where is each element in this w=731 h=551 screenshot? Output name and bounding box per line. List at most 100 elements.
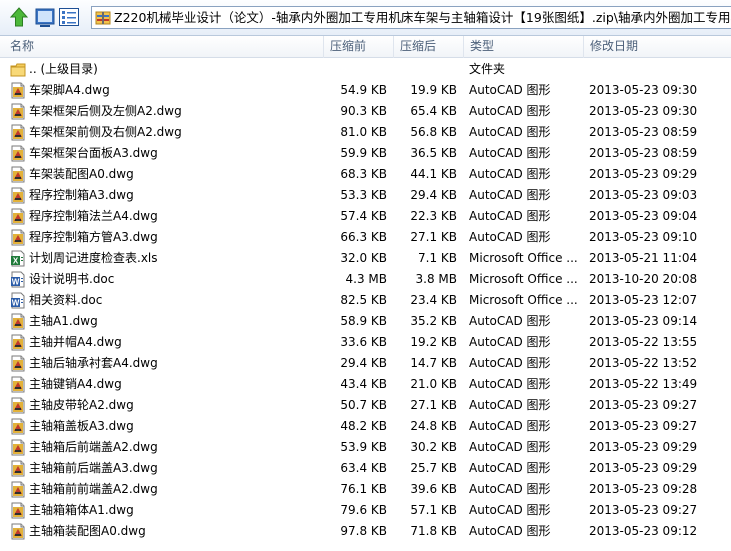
list-item[interactable]: 主轴箱装配图A0.dwg 97.8 KB 71.8 KB AutoCAD 图形 2013… [0, 521, 731, 542]
file-name: 程序控制箱法兰A4.dwg [29, 209, 158, 223]
list-item[interactable]: 主轴箱前后端盖A3.dwg 63.4 KB 25.7 KB AutoCAD 图形 201… [0, 458, 731, 479]
column-compressed[interactable]: 压缩后 [394, 36, 464, 58]
file-name: 主轴箱装配图A0.dwg [29, 524, 146, 538]
file-size: 97.8 KB [340, 524, 387, 538]
dwg-file-icon [10, 229, 26, 246]
file-size: 68.3 KB [340, 167, 387, 181]
dwg-file-icon [10, 523, 26, 540]
svg-text:W: W [12, 278, 20, 287]
file-compressed-size: 27.1 KB [410, 398, 457, 412]
file-compressed-size: 3.8 MB [415, 272, 457, 286]
file-modified: 2013-05-23 09:27 [589, 398, 698, 412]
dwg-file-icon [10, 355, 26, 372]
list-item[interactable]: W 相关资料.doc 82.5 KB 23.4 KB Microsoft Office … [0, 290, 731, 311]
list-item[interactable]: 主轴皮带轮A2.dwg 50.7 KB 27.1 KB AutoCAD 图形 2013-… [0, 395, 731, 416]
file-modified: 2013-05-23 09:27 [589, 503, 698, 517]
file-size: 59.9 KB [340, 146, 387, 160]
file-compressed-size: 27.1 KB [410, 230, 457, 244]
file-size: 54.9 KB [340, 83, 387, 97]
column-size[interactable]: 压缩前 [324, 36, 394, 58]
list-item[interactable]: 车架脚A4.dwg 54.9 KB 19.9 KB AutoCAD 图形 2013-05… [0, 80, 731, 101]
file-modified: 2013-05-23 09:29 [589, 167, 698, 181]
list-item[interactable]: 车架装配图A0.dwg 68.3 KB 44.1 KB AutoCAD 图形 2013-… [0, 164, 731, 185]
column-name[interactable]: 名称 [0, 36, 324, 58]
list-item[interactable]: 程序控制箱方管A3.dwg 66.3 KB 27.1 KB AutoCAD 图形 201… [0, 227, 731, 248]
file-type: Microsoft Office ... [469, 251, 578, 265]
dwg-file-icon [10, 145, 26, 162]
list-item[interactable]: 程序控制箱法兰A4.dwg 57.4 KB 22.3 KB AutoCAD 图形 201… [0, 206, 731, 227]
file-type: AutoCAD 图形 [469, 335, 551, 349]
file-name: 相关资料.doc [29, 293, 103, 307]
file-size: 76.1 KB [340, 482, 387, 496]
up-arrow-icon[interactable] [8, 6, 30, 28]
file-compressed-size: 56.8 KB [410, 125, 457, 139]
details-view-icon[interactable] [34, 6, 56, 28]
list-item[interactable]: 车架框架前侧及右侧A2.dwg 81.0 KB 56.8 KB AutoCAD 图形 2… [0, 122, 731, 143]
dwg-file-icon [10, 481, 26, 498]
column-type[interactable]: 类型 [464, 36, 584, 58]
file-name: 主轴并帽A4.dwg [29, 335, 122, 349]
file-size: 66.3 KB [340, 230, 387, 244]
file-modified: 2013-05-23 09:03 [589, 188, 698, 202]
dwg-file-icon [10, 82, 26, 99]
file-modified: 2013-05-23 09:29 [589, 440, 698, 454]
list-item[interactable]: X 计划周记进度检查表.xls 32.0 KB 7.1 KB Microsoft Off… [0, 248, 731, 269]
file-type: AutoCAD 图形 [469, 503, 551, 517]
file-modified: 2013-05-22 13:55 [589, 335, 698, 349]
list-item[interactable]: 主轴箱后前端盖A2.dwg 53.9 KB 30.2 KB AutoCAD 图形 201… [0, 437, 731, 458]
file-size: 90.3 KB [340, 104, 387, 118]
file-modified: 2013-05-23 09:29 [589, 461, 698, 475]
column-header: 名称 压缩前 压缩后 类型 修改日期 [0, 36, 731, 58]
doc-file-icon: W [10, 292, 26, 309]
list-item[interactable]: 程序控制箱A3.dwg 53.3 KB 29.4 KB AutoCAD 图形 2013-… [0, 185, 731, 206]
dwg-file-icon [10, 103, 26, 120]
file-size: 53.3 KB [340, 188, 387, 202]
file-type: 文件夹 [469, 62, 506, 76]
file-type: AutoCAD 图形 [469, 524, 551, 538]
list-item[interactable]: 主轴键销A4.dwg 43.4 KB 21.0 KB AutoCAD 图形 2013-0… [0, 374, 731, 395]
folder-up-icon [10, 61, 26, 78]
file-modified: 2013-05-23 09:30 [589, 83, 698, 97]
file-modified: 2013-05-23 09:04 [589, 209, 698, 223]
list-item[interactable]: 车架框架后侧及左侧A2.dwg 90.3 KB 65.4 KB AutoCAD 图形 2… [0, 101, 731, 122]
file-type: AutoCAD 图形 [469, 419, 551, 433]
file-name: 主轴箱箱体A1.dwg [29, 503, 134, 517]
list-view-icon[interactable] [58, 6, 80, 28]
file-size [324, 59, 387, 80]
list-item[interactable]: 车架框架台面板A3.dwg 59.9 KB 36.5 KB AutoCAD 图形 201… [0, 143, 731, 164]
file-name: 主轴A1.dwg [29, 314, 98, 328]
file-type: Microsoft Office ... [469, 272, 578, 286]
column-modified[interactable]: 修改日期 [584, 36, 731, 58]
file-modified: 2013-05-23 12:07 [589, 293, 698, 307]
file-compressed-size: 19.9 KB [410, 83, 457, 97]
file-name: 计划周记进度检查表.xls [29, 251, 158, 265]
file-compressed-size: 44.1 KB [410, 167, 457, 181]
list-item[interactable]: 主轴箱前前端盖A2.dwg 76.1 KB 39.6 KB AutoCAD 图形 201… [0, 479, 731, 500]
list-item[interactable]: 主轴A1.dwg 58.9 KB 35.2 KB AutoCAD 图形 2013-05-… [0, 311, 731, 332]
file-compressed-size: 22.3 KB [410, 209, 457, 223]
file-size: 58.9 KB [340, 314, 387, 328]
list-item[interactable]: 主轴箱箱体A1.dwg 79.6 KB 57.1 KB AutoCAD 图形 2013-… [0, 500, 731, 521]
file-type: AutoCAD 图形 [469, 125, 551, 139]
xls-file-icon: X [10, 250, 26, 267]
file-size: 57.4 KB [340, 209, 387, 223]
file-size: 29.4 KB [340, 356, 387, 370]
list-item[interactable]: .. (上级目录) 文件夹 [0, 59, 731, 80]
file-modified: 2013-05-23 09:30 [589, 104, 698, 118]
path-bar[interactable]: Z220机械毕业设计（论文）-轴承内外圈加工专用机床车架与主轴箱设计【19张图纸… [91, 6, 731, 29]
list-item[interactable]: 主轴箱盖板A3.dwg 48.2 KB 24.8 KB AutoCAD 图形 2013-… [0, 416, 731, 437]
file-name: 主轴皮带轮A2.dwg [29, 398, 134, 412]
file-type: AutoCAD 图形 [469, 440, 551, 454]
dwg-file-icon [10, 418, 26, 435]
list-item[interactable]: 主轴并帽A4.dwg 33.6 KB 19.2 KB AutoCAD 图形 2013-0… [0, 332, 731, 353]
file-size: 32.0 KB [340, 251, 387, 265]
list-item[interactable]: W 设计说明书.doc 4.3 MB 3.8 MB Microsoft Office .… [0, 269, 731, 290]
file-type: AutoCAD 图形 [469, 461, 551, 475]
archive-icon [95, 10, 111, 26]
file-compressed-size: 35.2 KB [410, 314, 457, 328]
file-compressed-size: 19.2 KB [410, 335, 457, 349]
file-name: 车架框架前侧及右侧A2.dwg [29, 125, 182, 139]
file-modified: 2013-05-21 11:04 [589, 251, 698, 265]
list-item[interactable]: 主轴后轴承衬套A4.dwg 29.4 KB 14.7 KB AutoCAD 图形 201… [0, 353, 731, 374]
file-size: 82.5 KB [340, 293, 387, 307]
